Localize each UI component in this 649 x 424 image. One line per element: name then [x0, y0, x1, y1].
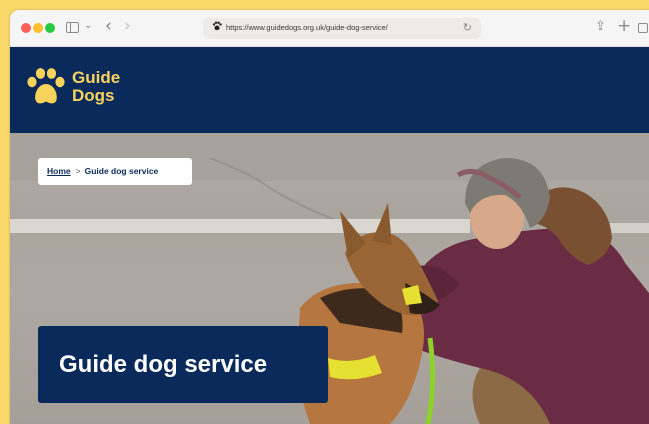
chevron-down-icon[interactable]: ⌄	[84, 20, 92, 31]
breadcrumb-separator: >	[75, 166, 81, 176]
logo-line-1: Guide	[72, 68, 121, 87]
minimize-window-button[interactable]	[33, 23, 43, 33]
paw-icon	[212, 21, 222, 34]
site-header: Guide Dogs	[10, 47, 649, 133]
hero-title-box: Guide dog service	[38, 326, 328, 403]
breadcrumb-current: Guide dog service	[84, 166, 159, 176]
paw-logo-icon	[27, 68, 65, 104]
reload-icon[interactable]: ↻	[463, 21, 472, 34]
logo-text: Guide Dogs	[72, 69, 120, 105]
sidebar-icon[interactable]	[66, 22, 79, 33]
back-button[interactable]: ‹	[105, 16, 112, 36]
share-icon[interactable]: ⇪	[595, 19, 606, 34]
address-bar[interactable]: https://www.guidedogs.org.uk/guide-dog-s…	[203, 18, 481, 39]
hero-section: Home > Guide dog service Guide dog service	[10, 133, 649, 424]
plus-icon[interactable]: +	[617, 16, 631, 36]
browser-window: ⌄ ‹ › https://www.guidedogs.org.uk/guide…	[10, 10, 649, 424]
tabs-overview-icon[interactable]	[638, 23, 648, 33]
logo-line-2: Dogs	[72, 86, 115, 105]
forward-button[interactable]: ›	[124, 16, 131, 36]
page-title: Guide dog service	[59, 351, 268, 378]
browser-toolbar: ⌄ ‹ › https://www.guidedogs.org.uk/guide…	[10, 10, 649, 47]
close-window-button[interactable]	[21, 23, 31, 33]
logo[interactable]: Guide Dogs	[26, 65, 136, 115]
url-text[interactable]: https://www.guidedogs.org.uk/guide-dog-s…	[226, 23, 388, 32]
breadcrumb-home-link[interactable]: Home	[47, 166, 71, 176]
zoom-window-button[interactable]	[45, 23, 55, 33]
breadcrumb: Home > Guide dog service	[38, 158, 192, 185]
